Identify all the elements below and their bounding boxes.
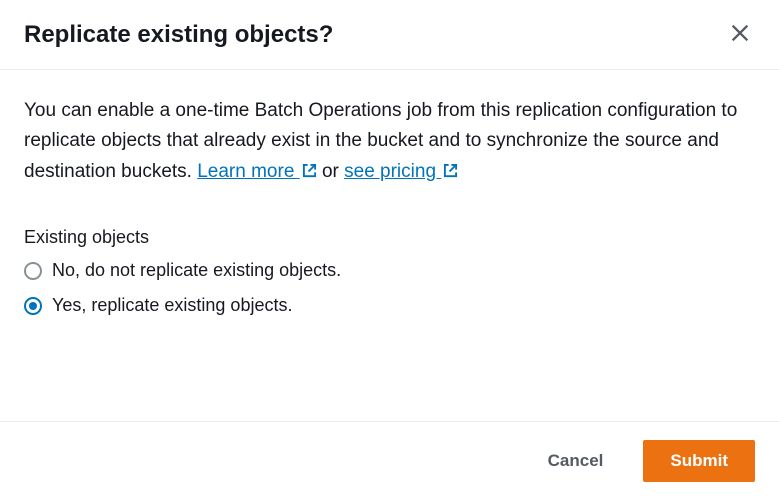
close-icon	[729, 22, 751, 47]
description-text-2: or	[317, 161, 344, 182]
radio-option-yes[interactable]: Yes, replicate existing objects.	[24, 295, 755, 316]
radio-label: No, do not replicate existing objects.	[52, 260, 341, 281]
close-button[interactable]	[725, 18, 755, 51]
external-link-icon	[302, 163, 317, 178]
dialog-header: Replicate existing objects?	[0, 0, 779, 70]
dialog-footer: Cancel Submit	[0, 421, 779, 500]
dialog-description: You can enable a one-time Batch Operatio…	[24, 96, 755, 187]
existing-objects-label: Existing objects	[24, 227, 755, 248]
dialog-title: Replicate existing objects?	[24, 21, 333, 49]
cancel-button[interactable]: Cancel	[522, 441, 630, 481]
learn-more-link[interactable]: Learn more	[197, 161, 316, 182]
radio-label: Yes, replicate existing objects.	[52, 295, 292, 316]
radio-group: No, do not replicate existing objects. Y…	[24, 260, 755, 316]
radio-icon	[24, 262, 42, 280]
radio-option-no[interactable]: No, do not replicate existing objects.	[24, 260, 755, 281]
see-pricing-link[interactable]: see pricing	[344, 161, 458, 182]
submit-button[interactable]: Submit	[643, 440, 755, 482]
dialog-body: You can enable a one-time Batch Operatio…	[0, 70, 779, 421]
external-link-icon	[443, 163, 458, 178]
radio-icon	[24, 297, 42, 315]
replicate-dialog: Replicate existing objects? You can enab…	[0, 0, 779, 500]
